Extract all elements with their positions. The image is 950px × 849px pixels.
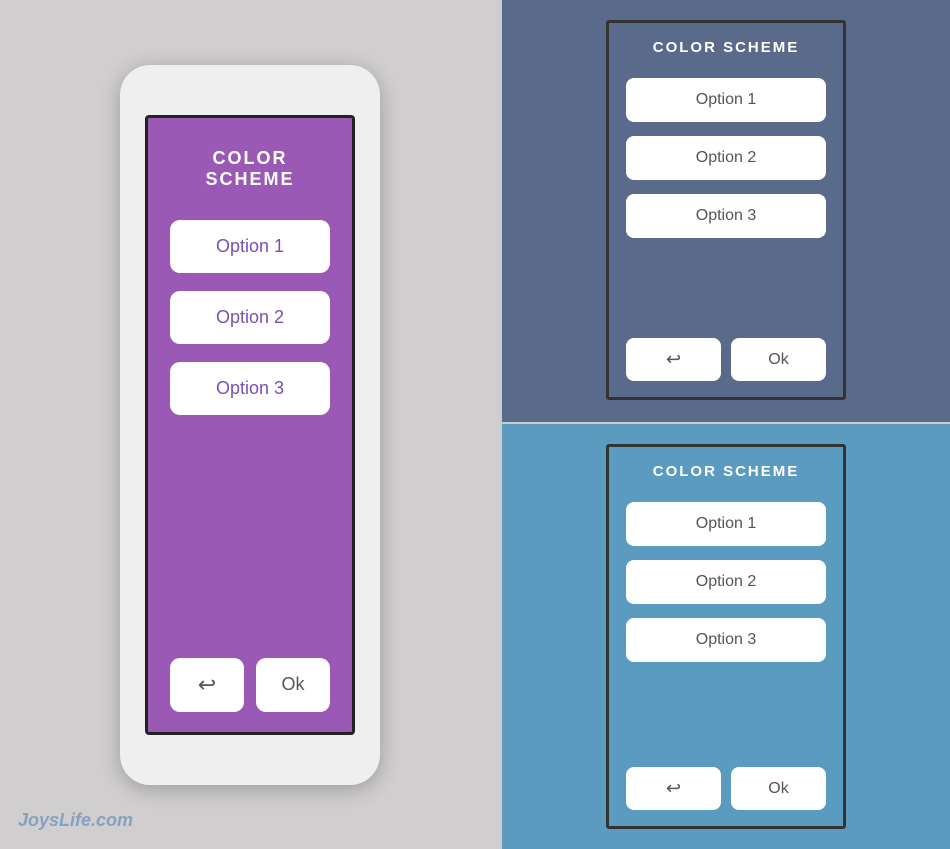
left-title: COLOR SCHEME: [168, 148, 332, 190]
device-outer: COLOR SCHEME Option 1 Option 2 Option 3 …: [120, 65, 380, 785]
left-back-arrow: ↩: [198, 672, 216, 698]
left-option-3[interactable]: Option 3: [170, 362, 330, 415]
right-top-option-1[interactable]: Option 1: [626, 78, 826, 122]
right-top-bottom-buttons: ↩ Ok: [626, 338, 826, 381]
left-back-button[interactable]: ↩: [170, 658, 244, 712]
right-top-back-button[interactable]: ↩: [626, 338, 721, 381]
right-top-title: COLOR SCHEME: [653, 39, 800, 56]
left-option-1[interactable]: Option 1: [170, 220, 330, 273]
right-top-panel: COLOR SCHEME Option 1 Option 2 Option 3 …: [502, 0, 950, 424]
left-panel: COLOR SCHEME Option 1 Option 2 Option 3 …: [0, 0, 500, 849]
left-screen: COLOR SCHEME Option 1 Option 2 Option 3 …: [145, 115, 355, 735]
right-bottom-back-arrow: ↩: [666, 778, 681, 799]
right-top-screen: COLOR SCHEME Option 1 Option 2 Option 3 …: [606, 20, 846, 400]
right-bottom-ok-button[interactable]: Ok: [731, 767, 826, 810]
left-bottom-buttons: ↩ Ok: [170, 658, 330, 712]
watermark: JoysLife.com: [18, 810, 133, 831]
right-top-option-3[interactable]: Option 3: [626, 194, 826, 238]
right-bottom-option-2[interactable]: Option 2: [626, 560, 826, 604]
right-panel: COLOR SCHEME Option 1 Option 2 Option 3 …: [500, 0, 950, 849]
right-bottom-bottom-buttons: ↩ Ok: [626, 767, 826, 810]
right-top-ok-button[interactable]: Ok: [731, 338, 826, 381]
right-bottom-back-button[interactable]: ↩: [626, 767, 721, 810]
right-top-option-2[interactable]: Option 2: [626, 136, 826, 180]
right-bottom-option-1[interactable]: Option 1: [626, 502, 826, 546]
right-bottom-panel: COLOR SCHEME Option 1 Option 2 Option 3 …: [502, 424, 950, 849]
right-bottom-title: COLOR SCHEME: [653, 463, 800, 480]
left-option-2[interactable]: Option 2: [170, 291, 330, 344]
right-top-back-arrow: ↩: [666, 349, 681, 370]
right-bottom-option-3[interactable]: Option 3: [626, 618, 826, 662]
right-bottom-screen: COLOR SCHEME Option 1 Option 2 Option 3 …: [606, 444, 846, 829]
left-ok-button[interactable]: Ok: [256, 658, 330, 712]
